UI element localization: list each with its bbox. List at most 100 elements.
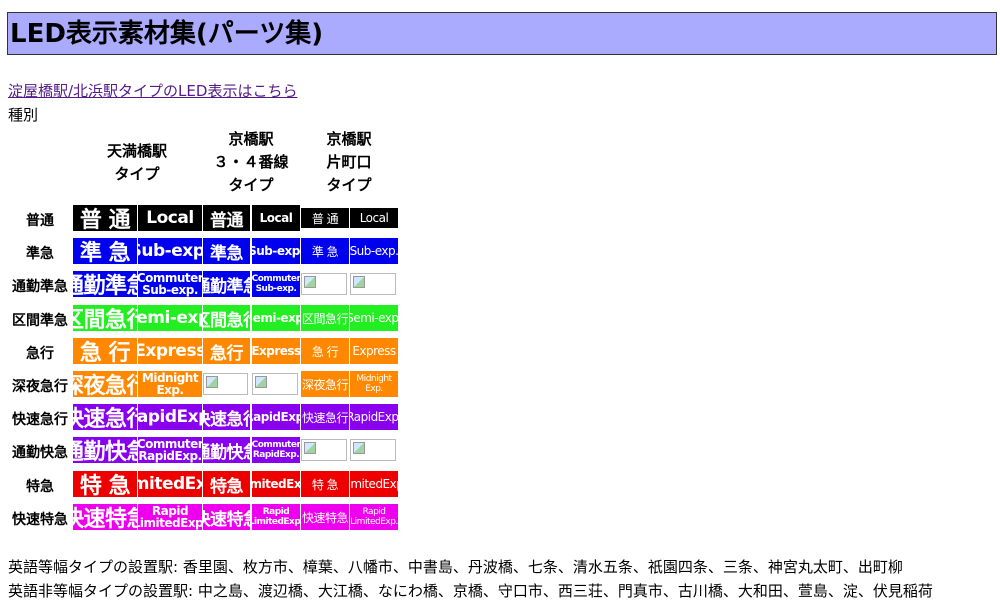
led-tile-line: Rapid (362, 507, 387, 517)
column-header-line: 片町口 (326, 153, 372, 171)
column-header-line: 京橋駅 (228, 130, 274, 148)
row-label: 快速特急 (12, 512, 68, 528)
led-tile: 区間急行 (301, 305, 349, 331)
led-tile: 快速特急 (203, 504, 250, 530)
row-label: 通勤快急 (12, 445, 68, 461)
led-tile: 普 通 (73, 205, 137, 231)
led-tile: Express (252, 338, 300, 364)
led-tile: Semi-exp. (252, 305, 300, 331)
led-tile-line: LimitedExp. (138, 516, 202, 530)
broken-image-icon (255, 376, 267, 388)
led-tile: Midnight Exp. (350, 371, 398, 397)
led-tile: 区間急行 (203, 305, 250, 331)
row-label: 特急 (26, 479, 54, 495)
broken-image (203, 373, 248, 395)
led-tile: Commuter Sub-exp. (138, 271, 202, 297)
led-tile: Local (252, 205, 300, 231)
row-label: 準急 (26, 246, 54, 262)
led-tile: 急 行 (73, 338, 137, 364)
column-header-line: タイプ (228, 176, 274, 194)
led-tile-line: Exp. (156, 383, 184, 397)
led-tile: 快速特急 (73, 504, 137, 530)
led-tile: Sub-exp. (252, 238, 300, 264)
led-tile: RapidExp. (252, 404, 300, 430)
led-tile: 特 急 (301, 471, 349, 497)
led-tile: 急行 (203, 338, 250, 364)
led-tile: 準急 (203, 238, 250, 264)
led-tile-line: Sub-exp. (142, 283, 198, 297)
led-tile: RapidExp. (138, 404, 202, 430)
led-tile-line: Rapid (262, 507, 290, 517)
broken-image-icon (206, 376, 218, 388)
led-tile: 普 通 (301, 208, 349, 228)
broken-image (350, 439, 396, 461)
led-tile: 深夜急行 (301, 371, 349, 397)
led-tile: 快速特急 (301, 504, 349, 530)
row-label: 区間準急 (12, 313, 68, 329)
led-tile: RapidExp. (350, 404, 398, 430)
led-tile: 通勤快急 (203, 437, 250, 463)
led-tile: RapidLimitedExp. (350, 504, 398, 530)
led-tile: 快速急行 (73, 404, 137, 430)
row-label: 快速急行 (12, 412, 68, 428)
led-tile: 普通 (203, 205, 250, 231)
page-title: LED表示素材集(パーツ集) (10, 19, 324, 49)
led-tile: LimitedExp. (350, 471, 398, 497)
broken-image (252, 373, 298, 395)
led-tile: 区間急行 (73, 305, 137, 331)
row-label: 通勤準急 (12, 279, 68, 295)
footer-line-proportional: 英語非等幅タイプの設置駅: 中之島、渡辺橋、大江橋、なにわ橋、京橋、守口市、西三… (8, 582, 933, 600)
led-tile: Semi-exp. (350, 305, 398, 331)
led-tile: Sub-exp. (138, 238, 202, 264)
led-tile: Semi-exp. (138, 305, 202, 331)
column-header-line: 天満橋駅 (106, 142, 167, 160)
column-header: 京橋駅 片町口 タイプ (300, 128, 398, 197)
led-tile: 快速急行 (301, 404, 349, 430)
column-header-line: タイプ (114, 165, 160, 183)
led-tile: Commuter RapidExp. (252, 437, 300, 463)
column-header: 天満橋駅 タイプ (72, 140, 202, 186)
led-tile: Sub-exp. (350, 238, 398, 264)
yodoyabashi-led-link[interactable]: 淀屋橋駅/北浜駅タイプのLED表示はこちら (8, 80, 297, 101)
led-tile: 特急 (203, 471, 250, 497)
page-header: LED表示素材集(パーツ集) (7, 12, 997, 55)
led-tile: 快速急行 (203, 404, 250, 430)
broken-image (301, 273, 347, 295)
broken-image-icon (353, 442, 365, 454)
led-tile-line: RapidExp. (252, 450, 300, 460)
led-tile-line: Commuter (252, 440, 300, 450)
footer-line-monospace: 英語等幅タイプの設置駅: 香里園、枚方市、樟葉、八幡市、中書島、丹波橋、七条、清… (8, 558, 903, 576)
column-header-line: ３・４番線 (213, 153, 289, 171)
led-tile: RapidLimitedExp. (252, 504, 300, 530)
led-tile: Local (138, 205, 202, 231)
row-label: 深夜急行 (12, 379, 68, 395)
broken-image (350, 273, 396, 295)
led-tile: 特 急 (73, 471, 137, 497)
led-tile: 通勤準急 (203, 271, 250, 297)
broken-image-icon (304, 276, 316, 288)
broken-image-icon (353, 276, 365, 288)
led-tile: Express (350, 338, 398, 364)
led-tile-line: Midnight (356, 374, 392, 384)
led-tile: Midnight Exp. (138, 371, 202, 397)
led-tile: Commuter Sub-exp. (252, 271, 300, 297)
led-tile: 準 急 (73, 238, 137, 264)
row-label: 急行 (26, 346, 54, 362)
broken-image (301, 439, 347, 461)
led-tile-line: LimitedExp. (252, 517, 300, 527)
led-tile-line: Exp. (365, 384, 383, 394)
led-tile: 急 行 (301, 338, 349, 364)
row-label: 普通 (26, 213, 54, 229)
led-tile: Local (350, 208, 398, 228)
led-tile-line: Commuter (252, 274, 300, 284)
led-tile: Express (138, 338, 202, 364)
led-tile: LimitedExp. (252, 471, 300, 497)
led-tile: Commuter RapidExp. (138, 437, 202, 463)
led-tile: RapidLimitedExp. (138, 504, 202, 530)
column-header-line: 京橋駅 (326, 130, 372, 148)
led-tile-line: Sub-exp. (255, 284, 297, 294)
column-header: 京橋駅 ３・４番線タイプ (202, 128, 300, 197)
broken-image-icon (304, 442, 316, 454)
led-tile: 深夜急行 (73, 371, 137, 397)
led-tile: 通勤快急 (73, 437, 137, 463)
